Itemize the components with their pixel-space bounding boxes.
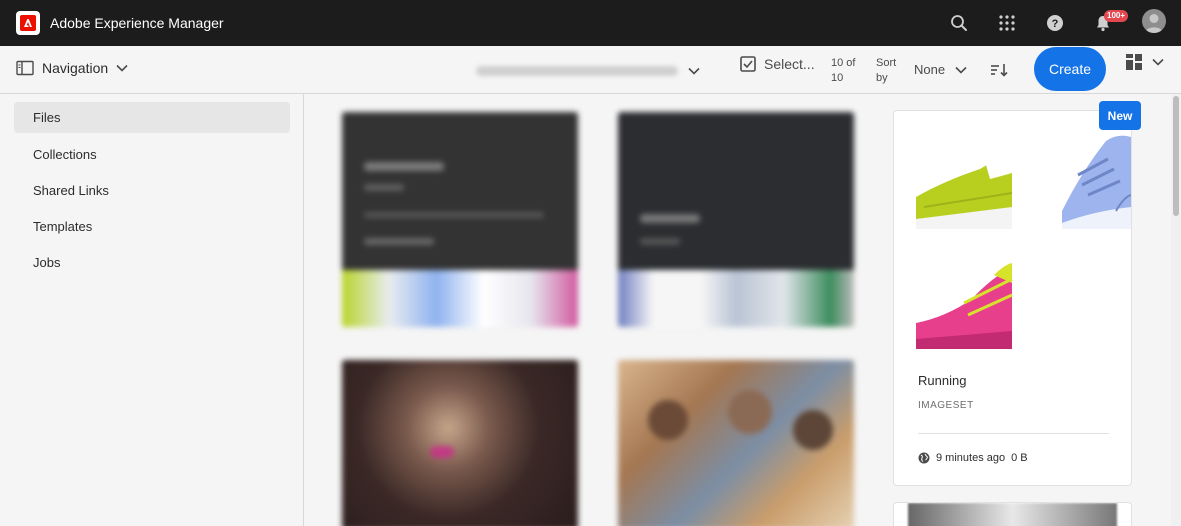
adobe-logo-icon[interactable] bbox=[16, 11, 40, 35]
sort-label-line1: Sort bbox=[876, 57, 897, 69]
scrollbar-thumb[interactable] bbox=[1173, 96, 1179, 216]
sort-label-line2: by bbox=[876, 72, 888, 84]
card-size: 0 B bbox=[1011, 452, 1028, 464]
rail-item-label: Jobs bbox=[33, 255, 61, 270]
rail-item-label: Files bbox=[33, 110, 61, 125]
card-meta: 9 minutes ago 0 B bbox=[918, 452, 1028, 464]
asset-card[interactable] bbox=[618, 360, 854, 526]
asset-card[interactable] bbox=[342, 360, 578, 526]
chevron-down-icon bbox=[1152, 58, 1164, 66]
item-count: 10 of 10 bbox=[831, 56, 855, 86]
solutions-grid-icon[interactable] bbox=[995, 11, 1019, 35]
chevron-down-icon bbox=[116, 64, 128, 72]
asset-card[interactable] bbox=[618, 112, 854, 327]
rail-item-label: Shared Links bbox=[33, 183, 109, 198]
asset-card[interactable] bbox=[893, 502, 1132, 526]
item-count-line1: 10 of bbox=[831, 57, 856, 69]
sort-label: Sort by bbox=[876, 56, 896, 86]
svg-text:?: ? bbox=[1052, 18, 1059, 30]
rail-item-label: Collections bbox=[33, 147, 97, 162]
divider bbox=[918, 433, 1109, 434]
navigation-label: Navigation bbox=[42, 60, 109, 76]
avatar[interactable] bbox=[1142, 9, 1166, 33]
help-icon[interactable]: ? bbox=[1043, 11, 1067, 35]
globe-icon bbox=[918, 452, 930, 464]
navigation-toggle[interactable]: Navigation bbox=[16, 60, 128, 76]
view-switcher[interactable] bbox=[1126, 54, 1164, 70]
rail-toggle-icon bbox=[16, 60, 34, 76]
chevron-down-icon bbox=[955, 66, 967, 74]
create-button[interactable]: Create bbox=[1034, 47, 1106, 91]
sort-order-icon[interactable] bbox=[990, 62, 1008, 83]
imageset-thumbnail bbox=[916, 135, 1131, 349]
action-bar: Navigation Select... 10 of 10 Sort by No… bbox=[0, 46, 1181, 94]
rail-item-jobs[interactable]: Jobs bbox=[14, 247, 290, 278]
breadcrumb[interactable] bbox=[476, 66, 678, 76]
card-time: 9 minutes ago bbox=[936, 452, 1006, 464]
sort-value: None bbox=[914, 62, 946, 77]
search-icon[interactable] bbox=[947, 11, 971, 35]
item-count-line2: 10 bbox=[831, 72, 844, 84]
card-type: IMAGESET bbox=[918, 400, 974, 411]
sort-select[interactable]: None bbox=[914, 62, 967, 77]
asset-card-running[interactable]: Running IMAGESET 9 minutes ago 0 B bbox=[893, 110, 1132, 486]
app-title[interactable]: Adobe Experience Manager bbox=[50, 15, 224, 31]
scrollbar[interactable] bbox=[1171, 94, 1181, 526]
checkbox-icon bbox=[740, 56, 756, 72]
rail-item-label: Templates bbox=[33, 219, 93, 234]
rail-item-templates[interactable]: Templates bbox=[14, 211, 290, 242]
asset-card[interactable] bbox=[342, 112, 578, 327]
chevron-down-icon[interactable] bbox=[688, 62, 700, 80]
notification-badge: 100+ bbox=[1104, 10, 1129, 22]
rail-item-collections[interactable]: Collections bbox=[14, 139, 290, 170]
select-button[interactable]: Select... bbox=[740, 56, 815, 72]
new-badge: New bbox=[1099, 101, 1141, 130]
select-label: Select... bbox=[764, 56, 815, 72]
shell-header: Adobe Experience Manager ? 100+ bbox=[0, 0, 1181, 46]
card-view-icon bbox=[1126, 54, 1142, 70]
left-rail: Files Collections Shared Links Templates… bbox=[0, 94, 304, 526]
rail-item-files[interactable]: Files bbox=[14, 102, 290, 133]
card-title[interactable]: Running bbox=[918, 373, 966, 388]
rail-item-shared-links[interactable]: Shared Links bbox=[14, 175, 290, 206]
